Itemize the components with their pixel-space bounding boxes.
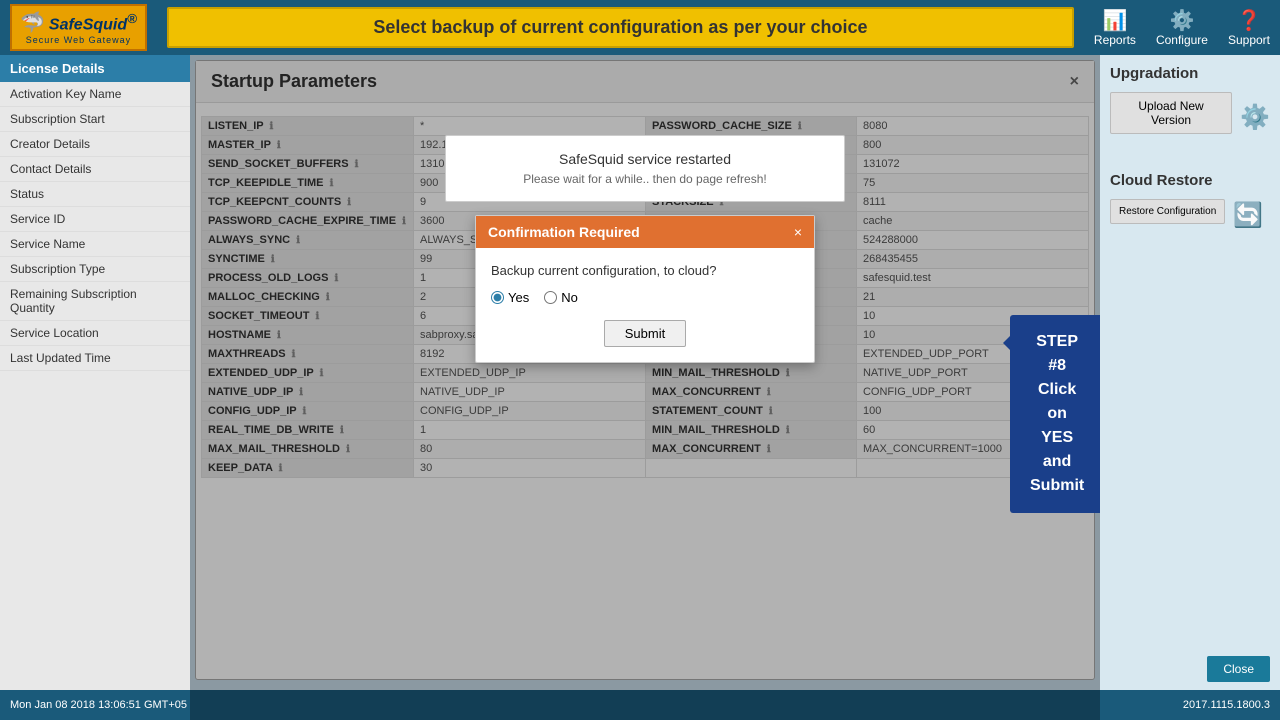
right-panel: Upgradation Upload New Version ⚙️ Cloud … [1100, 55, 1280, 720]
step-line2: Submit [1030, 474, 1084, 498]
confirm-submit-button[interactable]: Submit [604, 320, 686, 347]
reports-icon: 📊 [1102, 8, 1127, 33]
service-restarted-notice: SafeSquid service restarted Please wait … [445, 135, 845, 202]
step-tooltip: STEP #8 Click on YES and Submit [1010, 315, 1100, 513]
nav-configure[interactable]: ⚙️ Configure [1156, 8, 1208, 47]
confirm-radio-no[interactable]: No [544, 290, 578, 305]
sidebar-item-service-id[interactable]: Service ID [0, 207, 190, 232]
sidebar-item-contact-details[interactable]: Contact Details [0, 157, 190, 182]
logo-name: SafeSquid® [49, 11, 137, 34]
nav-support[interactable]: ❓ Support [1228, 8, 1270, 47]
step-line1: Click on YES and [1030, 378, 1084, 474]
sidebar-item-service-location[interactable]: Service Location [0, 321, 190, 346]
restore-config-button[interactable]: Restore Configuration [1110, 199, 1225, 224]
logo-area: 🦈 SafeSquid® Secure Web Gateway [10, 4, 147, 51]
sidebar-item-remaining-subscription[interactable]: Remaining Subscription Quantity [0, 282, 190, 321]
logo-shark: 🦈 [20, 10, 45, 35]
sidebar: License Details Activation Key Name Subs… [0, 55, 190, 720]
header-nav: 📊 Reports ⚙️ Configure ❓ Support [1094, 8, 1270, 47]
cloud-restore-title: Cloud Restore [1110, 172, 1270, 189]
service-restarted-title: SafeSquid service restarted [476, 151, 814, 167]
confirm-dialog-body: Backup current configuration, to cloud? … [476, 248, 814, 362]
upgradation-title: Upgradation [1110, 65, 1270, 82]
radio-no-input[interactable] [544, 291, 557, 304]
upgradation-section: Upgradation Upload New Version ⚙️ [1110, 65, 1270, 142]
confirm-submit-row: Submit [491, 320, 799, 347]
header: 🦈 SafeSquid® Secure Web Gateway Select b… [0, 0, 1280, 55]
confirmation-dialog: Confirmation Required × Backup current c… [475, 215, 815, 363]
logo-reg: ® [127, 11, 137, 26]
main-layout: License Details Activation Key Name Subs… [0, 55, 1280, 720]
sidebar-item-status[interactable]: Status [0, 182, 190, 207]
configure-icon: ⚙️ [1170, 8, 1195, 33]
sidebar-item-subscription-start[interactable]: Subscription Start [0, 107, 190, 132]
cloud-restore-icon: 🔄 [1233, 201, 1263, 230]
gear-icon: ⚙️ [1240, 103, 1270, 132]
radio-yes-label: Yes [508, 290, 529, 305]
footer-version: 2017.1115.1800.3 [1183, 699, 1270, 711]
sidebar-item-creator-details[interactable]: Creator Details [0, 132, 190, 157]
nav-reports-label: Reports [1094, 33, 1136, 47]
step-label: STEP #8 [1030, 330, 1084, 378]
confirm-dialog-title: Confirmation Required [488, 224, 640, 240]
sidebar-item-subscription-type[interactable]: Subscription Type [0, 257, 190, 282]
confirm-radio-group: Yes No [491, 290, 799, 305]
cloud-restore-section: Cloud Restore Restore Configuration 🔄 [1110, 172, 1270, 232]
nav-support-label: Support [1228, 33, 1270, 47]
sidebar-item-activation-key[interactable]: Activation Key Name [0, 82, 190, 107]
sidebar-item-last-updated[interactable]: Last Updated Time [0, 346, 190, 371]
sidebar-item-service-name[interactable]: Service Name [0, 232, 190, 257]
banner-text: Select backup of current configuration a… [373, 17, 867, 37]
footer-datetime: Mon Jan 08 2018 13:06:51 GMT+05 [10, 699, 187, 711]
confirm-dialog-header: Confirmation Required × [476, 216, 814, 248]
service-restarted-sub: Please wait for a while.. then do page r… [476, 172, 814, 186]
sidebar-title: License Details [0, 55, 190, 82]
confirm-dialog-close-button[interactable]: × [794, 224, 802, 240]
radio-no-label: No [561, 290, 578, 305]
confirm-question: Backup current configuration, to cloud? [491, 263, 799, 278]
support-icon: ❓ [1237, 8, 1262, 33]
logo-subtitle: Secure Web Gateway [26, 35, 131, 45]
bottom-close-button[interactable]: Close [1207, 656, 1270, 682]
nav-reports[interactable]: 📊 Reports [1094, 8, 1136, 47]
confirm-radio-yes[interactable]: Yes [491, 290, 529, 305]
radio-yes-input[interactable] [491, 291, 504, 304]
content-area: Startup Parameters × ✏️ LISTEN_IP ℹ*PASS… [190, 55, 1100, 720]
header-banner: Select backup of current configuration a… [167, 7, 1074, 48]
upload-version-button[interactable]: Upload New Version [1110, 92, 1232, 134]
nav-configure-label: Configure [1156, 33, 1208, 47]
